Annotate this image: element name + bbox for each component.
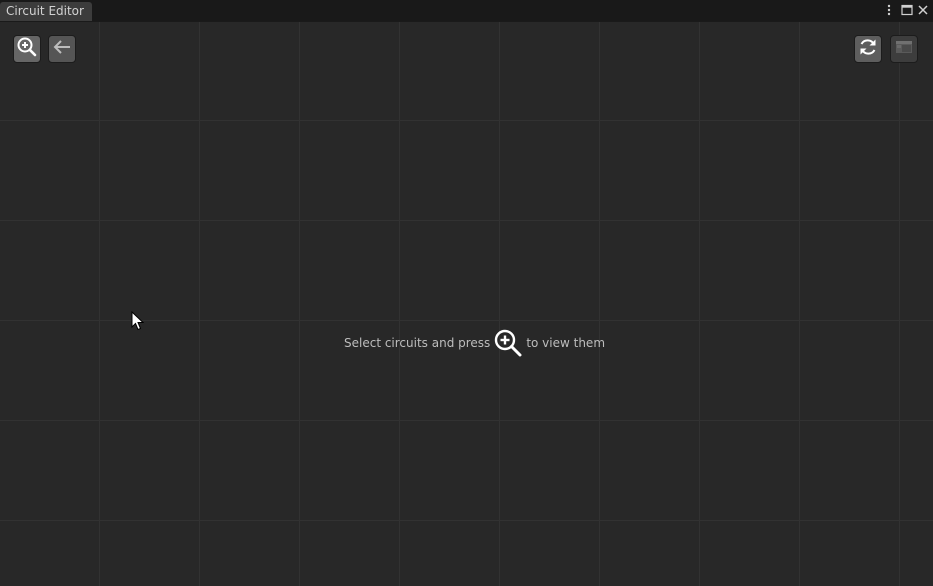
hint-text-before: Select circuits and press	[344, 336, 491, 350]
panel-toggle-icon	[893, 36, 915, 62]
mouse-cursor-icon	[131, 310, 145, 331]
hint-text-after: to view them	[526, 336, 606, 350]
panel-toggle-button[interactable]	[890, 35, 918, 63]
more-vertical-icon[interactable]	[882, 3, 896, 17]
zoom-in-icon	[16, 36, 38, 62]
maximize-icon[interactable]	[900, 3, 914, 17]
circuit-editor-window: Circuit Editor Select circuits and press…	[0, 0, 933, 586]
tab-title: Circuit Editor	[6, 4, 84, 18]
zoom-to-selection-button[interactable]	[13, 35, 41, 63]
circuit-canvas[interactable]	[0, 22, 933, 586]
close-icon[interactable]	[916, 3, 930, 17]
empty-state-hint: Select circuits and press to view them	[344, 329, 605, 357]
back-button[interactable]	[48, 35, 76, 63]
refresh-icon	[857, 36, 879, 62]
zoom-in-icon	[493, 328, 523, 358]
tab-circuit-editor[interactable]: Circuit Editor	[0, 2, 92, 21]
title-bar: Circuit Editor	[0, 0, 933, 22]
back-arrow-icon	[51, 36, 73, 62]
refresh-button[interactable]	[854, 35, 882, 63]
